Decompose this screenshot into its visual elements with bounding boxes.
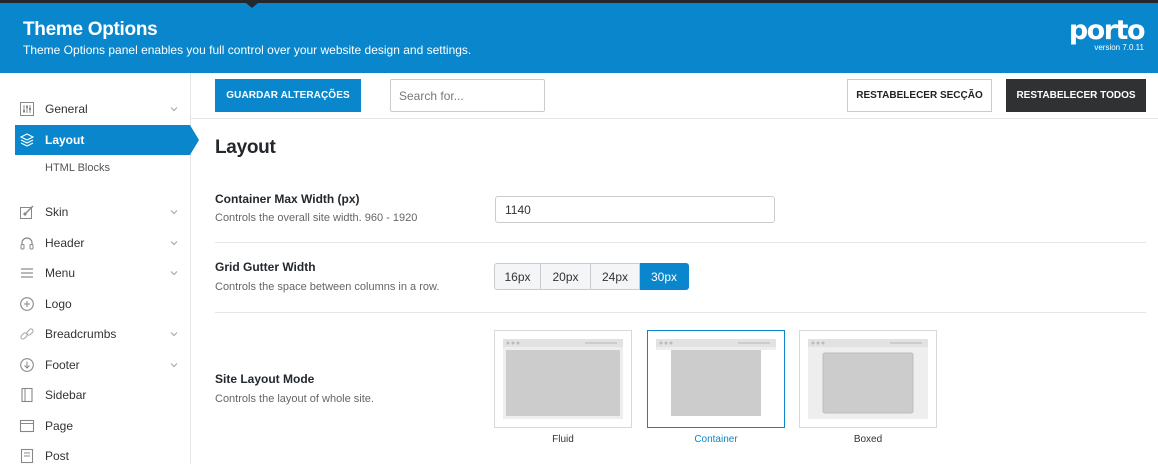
sidebar-item-label: Menu <box>45 266 76 280</box>
fluid-layout-thumbnail <box>503 339 623 419</box>
admin-bar-strip <box>0 0 1158 3</box>
sidebar-icon <box>19 387 35 403</box>
sliders-icon <box>19 101 35 117</box>
chevron-down-icon <box>170 107 178 112</box>
site-layout-description: Controls the layout of whole site. <box>215 393 374 405</box>
sidebar-subitem-html-blocks[interactable]: HTML Blocks <box>45 162 110 174</box>
layout-caption-container: Container <box>694 434 738 445</box>
sidebar-item-menu[interactable]: Menu <box>15 258 190 288</box>
search-input[interactable] <box>390 79 545 112</box>
sidebar-item-label: Sidebar <box>45 388 87 402</box>
layout-option-fluid[interactable] <box>494 330 632 428</box>
sidebar-item-label: Layout <box>45 133 85 147</box>
options-main-panel: Layout Container Max Width (px) Controls… <box>191 119 1158 464</box>
sidebar-item-label: Header <box>45 236 85 250</box>
sidebar-item-layout[interactable]: Layout <box>15 125 199 155</box>
sidebar-item-skin[interactable]: Skin <box>15 197 190 227</box>
row-divider <box>215 312 1146 313</box>
gutter-option-24px[interactable]: 24px <box>591 263 640 290</box>
logo-text: porto <box>1068 15 1146 46</box>
layers-icon <box>19 132 35 148</box>
chevron-down-icon <box>170 363 178 368</box>
headphones-icon <box>19 235 35 251</box>
post-icon <box>19 448 35 464</box>
reset-all-button[interactable]: RESTABELECER TODOS <box>1006 79 1146 112</box>
sidebar-item-label: General <box>45 102 88 116</box>
page-subtitle: Theme Options panel enables you full con… <box>23 43 472 57</box>
sidebar-item-header[interactable]: Header <box>15 228 190 258</box>
porto-logo: porto version 7.0.11 <box>1068 15 1146 52</box>
section-title: Layout <box>215 137 276 158</box>
sidebar-item-label: Skin <box>45 205 69 219</box>
reset-section-button[interactable]: RESTABELECER SECÇÃO <box>847 79 992 112</box>
layout-caption-fluid: Fluid <box>552 434 574 445</box>
sidebar-item-footer[interactable]: Footer <box>15 350 190 380</box>
plus-circle-icon <box>19 296 35 312</box>
site-layout-label: Site Layout Mode <box>215 372 315 386</box>
window-icon <box>19 418 35 434</box>
gutter-option-16px[interactable]: 16px <box>494 263 541 290</box>
chevron-down-icon <box>170 241 178 246</box>
container-width-input[interactable] <box>495 196 775 223</box>
chevron-down-icon <box>170 271 178 276</box>
boxed-layout-thumbnail <box>808 339 928 419</box>
layout-option-boxed[interactable] <box>799 330 937 428</box>
options-sidebar: General Layout HTML Blocks Skin Header M… <box>0 73 199 464</box>
sidebar-item-post[interactable]: Post <box>15 441 190 464</box>
sidebar-item-label: Breadcrumbs <box>45 327 117 341</box>
chevron-down-icon <box>170 332 178 337</box>
brush-icon <box>19 204 35 220</box>
sidebar-item-label: Footer <box>45 358 80 372</box>
gutter-option-30px[interactable]: 30px <box>640 263 689 290</box>
layout-caption-boxed: Boxed <box>853 434 883 445</box>
container-layout-thumbnail <box>656 339 776 419</box>
grid-gutter-description: Controls the space between columns in a … <box>215 281 440 293</box>
save-changes-button[interactable]: GUARDAR ALTERAÇÕES <box>215 79 361 112</box>
grid-gutter-label: Grid Gutter Width <box>215 260 316 274</box>
row-divider <box>215 242 1146 243</box>
sidebar-item-general[interactable]: General <box>15 94 190 124</box>
theme-options-header: Theme Options Theme Options panel enable… <box>0 0 1158 73</box>
container-width-description: Controls the overall site width. 960 - 1… <box>215 212 418 224</box>
sidebar-item-label: Page <box>45 419 74 433</box>
sidebar-item-page[interactable]: Page <box>15 411 190 441</box>
sidebar-item-breadcrumbs[interactable]: Breadcrumbs <box>15 319 190 349</box>
page-title: Theme Options <box>23 19 158 40</box>
sidebar-item-sidebar[interactable]: Sidebar <box>15 380 190 410</box>
arrow-down-circle-icon <box>19 357 35 373</box>
menu-icon <box>19 265 35 281</box>
grid-gutter-button-group: 16px 20px 24px 30px <box>494 263 689 290</box>
chevron-down-icon <box>170 210 178 215</box>
sidebar-item-label: Post <box>45 449 70 463</box>
sidebar-item-label: Logo <box>45 297 72 311</box>
container-width-label: Container Max Width (px) <box>215 192 360 206</box>
gutter-option-20px[interactable]: 20px <box>541 263 591 290</box>
link-icon <box>19 326 35 342</box>
options-toolbar: GUARDAR ALTERAÇÕES RESTABELECER SECÇÃO R… <box>191 73 1158 119</box>
layout-option-container[interactable] <box>647 330 785 428</box>
sidebar-item-logo[interactable]: Logo <box>15 289 190 319</box>
admin-bar-notch <box>246 3 258 8</box>
